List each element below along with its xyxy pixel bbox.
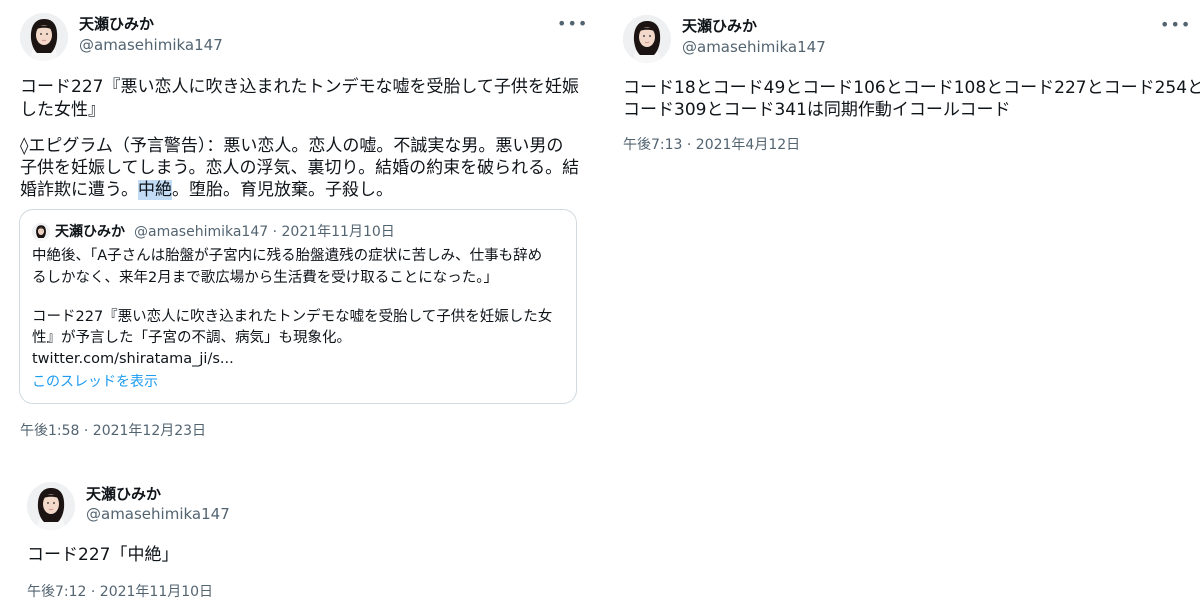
more-horizontal-icon: •••	[1160, 15, 1192, 34]
tweet-text-line: した女性』	[20, 100, 105, 120]
tweet-card[interactable]: 天瀬ひみか @amasehimika147 ••• コード227『悪い恋人に吹き…	[0, 0, 600, 450]
quoted-link[interactable]: twitter.com/shiratama_ji/s...	[32, 349, 234, 369]
more-options-button[interactable]: •••	[1160, 15, 1190, 35]
tweet-text-line: コード18とコード49とコード106とコード108とコード227とコード254と	[623, 78, 1200, 98]
avatar-image	[27, 482, 75, 530]
user-handle[interactable]: @amasehimika147	[86, 505, 230, 523]
tweet-text-line: 婚詐欺に遭う。中絶。堕胎。育児放棄。子殺し。	[20, 179, 393, 202]
more-options-button[interactable]: •••	[557, 14, 587, 34]
quoted-meta: @amasehimika147 · 2021年11月10日	[134, 224, 395, 240]
quoted-text-line: 性』が予言した「子宮の不調、病気」も現象化。	[32, 330, 351, 346]
timestamp[interactable]: 午後7:12 · 2021年11月10日	[27, 583, 213, 601]
quoted-display-name: 天瀬ひみか	[55, 224, 125, 240]
more-horizontal-icon: •••	[557, 14, 589, 33]
avatar[interactable]	[623, 15, 671, 63]
quoted-tweet[interactable]: 天瀬ひみか @amasehimika147 · 2021年11月10日 中絶後、…	[19, 209, 577, 404]
user-handle[interactable]: @amasehimika147	[682, 38, 826, 56]
quoted-text-line: 中絶後、「A子さんは胎盤が子宮内に残る胎盤遺残の症状に苦しみ、仕事も辞め	[32, 248, 543, 264]
user-handle[interactable]: @amasehimika147	[79, 36, 223, 54]
tweet-text-line: コード227『悪い恋人に吹き込まれたトンデモな嘘を受胎して子供を妊娠	[20, 77, 579, 97]
tweet-text-line: ◊エピグラム（予言警告）：悪い恋人。恋人の嘘。不誠実な男。悪い男の	[20, 136, 564, 156]
text-segment: 婚詐欺に遭う。	[20, 180, 138, 200]
text-segment: 。堕胎。育児放棄。子殺し。	[171, 180, 393, 200]
avatar[interactable]	[27, 482, 75, 530]
highlighted-text[interactable]: 中絶	[137, 180, 172, 200]
display-name[interactable]: 天瀬ひみか	[86, 485, 161, 503]
tweet-text-line: コード309とコード341は同期作動イコールコード	[623, 100, 1011, 120]
avatar[interactable]	[20, 13, 68, 61]
quoted-text-line: るしかなく、来年2月まで歌広場から生活費を受け取ることになった。」	[32, 270, 498, 286]
show-thread-link[interactable]: このスレッドを表示	[32, 373, 158, 391]
display-name[interactable]: 天瀬ひみか	[79, 15, 154, 33]
tweet-card[interactable]: 天瀬ひみか @amasehimika147 コード227「中絶」 午後7:12 …	[0, 470, 600, 613]
quoted-text-line: コード227『悪い恋人に吹き込まれたトンデモな嘘を受胎して子供を妊娠した女	[32, 309, 553, 325]
avatar-image	[623, 15, 671, 63]
tweet-text: コード227「中絶」	[27, 545, 179, 565]
timestamp[interactable]: 午後1:58 · 2021年12月23日	[20, 422, 206, 440]
tweet-card[interactable]: 天瀬ひみか @amasehimika147 ••• コード18とコード49とコー…	[600, 0, 1200, 200]
tweet-text-line: 子供を妊娠してしまう。恋人の浮気、裏切り。結婚の約束を破られる。結	[20, 158, 580, 178]
avatar-image	[20, 13, 68, 61]
timestamp[interactable]: 午後7:13 · 2021年4月12日	[623, 136, 800, 154]
quoted-avatar	[32, 223, 50, 241]
display-name[interactable]: 天瀬ひみか	[682, 17, 757, 35]
